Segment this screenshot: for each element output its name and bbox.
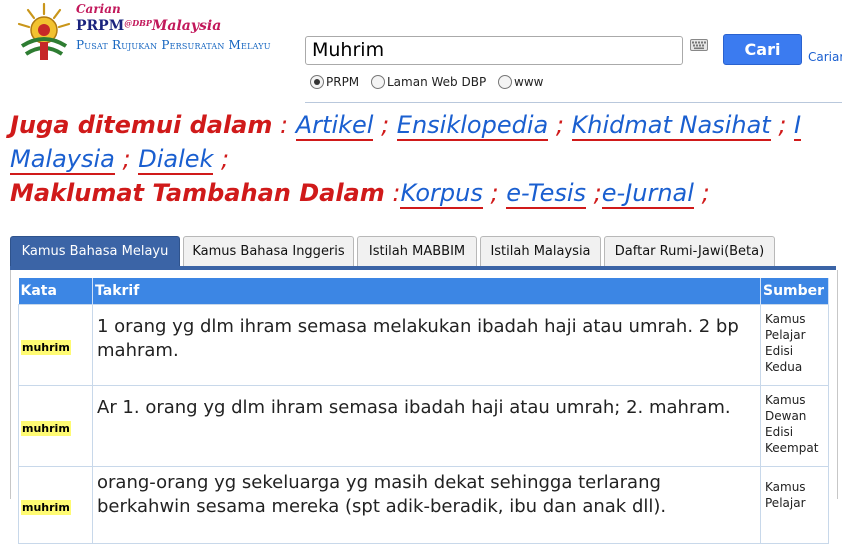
advanced-search-link[interactable]: Cariar [808,50,842,64]
sumber-line: Dewan [765,409,807,423]
cell-takrif: Ar 1. orang yg dlm ihram semasa ibadah h… [92,385,761,467]
search-button[interactable]: Cari [723,34,802,65]
sumber-line: Kedua [765,360,803,374]
logo-cari-text: Carian [76,2,121,16]
sumber-line: Pelajar [765,328,806,342]
tab-istilah-malaysia[interactable]: Istilah Malaysia [480,236,601,266]
cell-kata: muhrim [18,385,93,467]
sumber-line: Kamus [765,312,806,326]
cell-takrif: 1 orang yg dlm ihram semasa melakukan ib… [92,304,761,386]
radio-label-www: www [514,74,544,89]
link-hidden-truncated[interactable]: I [794,111,802,141]
highlighted-word: muhrim [21,499,71,515]
results-table: Kata Takrif Sumber muhrim 1 orang yg dlm… [18,278,829,544]
radio-label-prpm: PRPM [326,74,360,89]
logo-prpm-text: PRPM [76,18,125,34]
search-input[interactable]: Muhrim [305,36,683,65]
site-logo[interactable]: Carian PRPM@DBPMalaysia Pusat Rujukan Pe… [14,2,304,64]
cell-sumber: Kamus Dewan Edisi Keempat [760,385,829,467]
tab-kamus-bahasa-melayu[interactable]: Kamus Bahasa Melayu [10,236,180,268]
header-takrif: Takrif [92,278,761,305]
sumber-line: Pelajar [765,496,806,510]
table-row: muhrim orang-orang yg sekeluarga yg masi… [18,466,829,544]
logo-malaysia-text: Malaysia [151,18,222,34]
keyboard-icon[interactable] [690,39,708,51]
extra-info-label: Maklumat Tambahan Dalam [10,179,385,207]
cell-kata: muhrim [18,466,93,544]
sumber-line: Edisi [765,425,794,439]
also-found-label: Juga ditemui dalam [10,111,273,139]
radio-label-laman-web-dbp: Laman Web DBP [387,74,487,89]
logo-title: Carian PRPM@DBPMalaysia [76,2,222,34]
link-e-jurnal[interactable]: e-Jurnal [601,179,694,209]
radio-laman-web-dbp[interactable] [371,74,385,89]
highlighted-word: muhrim [21,339,71,355]
cell-sumber: Kamus Pelajar Edisi Kedua [760,304,829,386]
header-divider [305,102,842,103]
header-sumber: Sumber [760,278,829,305]
logo-subtitle: Pusat Rujukan Persuratan Melayu [76,38,271,52]
dbp-emblem-icon [17,2,71,60]
table-row: muhrim Ar 1. orang yg dlm ihram semasa i… [18,385,829,467]
sumber-line: Kamus [765,480,806,494]
sumber-line: Kamus [765,393,806,407]
header-kata: Kata [18,278,93,305]
link-korpus[interactable]: Korpus [400,179,483,209]
sumber-line: Keempat [765,441,819,455]
link-e-tesis[interactable]: e-Tesis [506,179,587,209]
radio-www[interactable] [498,74,513,89]
link-artikel[interactable]: Artikel [295,111,374,141]
tab-istilah-mabbim[interactable]: Istilah MABBIM [357,236,477,266]
tab-kamus-bahasa-inggeris[interactable]: Kamus Bahasa Inggeris [183,236,354,266]
sumber-line: Edisi [765,344,794,358]
search-scope-options: PRPM Laman Web DBP www [310,74,551,89]
radio-prpm[interactable] [310,74,324,89]
table-row: muhrim 1 orang yg dlm ihram semasa melak… [18,304,829,386]
link-dialek[interactable]: Dialek [138,145,214,175]
tab-daftar-rumi-jawi[interactable]: Daftar Rumi-Jawi(Beta) [604,236,775,266]
cell-kata: muhrim [18,304,93,386]
link-malaysia[interactable]: Malaysia [10,145,115,175]
logo-dbp-superscript: @DBP [124,18,152,28]
highlighted-word: muhrim [21,420,71,436]
cell-takrif: orang-orang yg sekeluarga yg masih dekat… [92,466,761,544]
table-header-row: Kata Takrif Sumber [18,278,829,305]
link-khidmat-nasihat[interactable]: Khidmat Nasihat [571,111,771,141]
link-ensiklopedia[interactable]: Ensiklopedia [396,111,549,141]
also-found-section: Juga ditemui dalam : Artikel ; Ensiklope… [10,111,802,209]
cell-sumber: Kamus Pelajar [760,466,829,544]
